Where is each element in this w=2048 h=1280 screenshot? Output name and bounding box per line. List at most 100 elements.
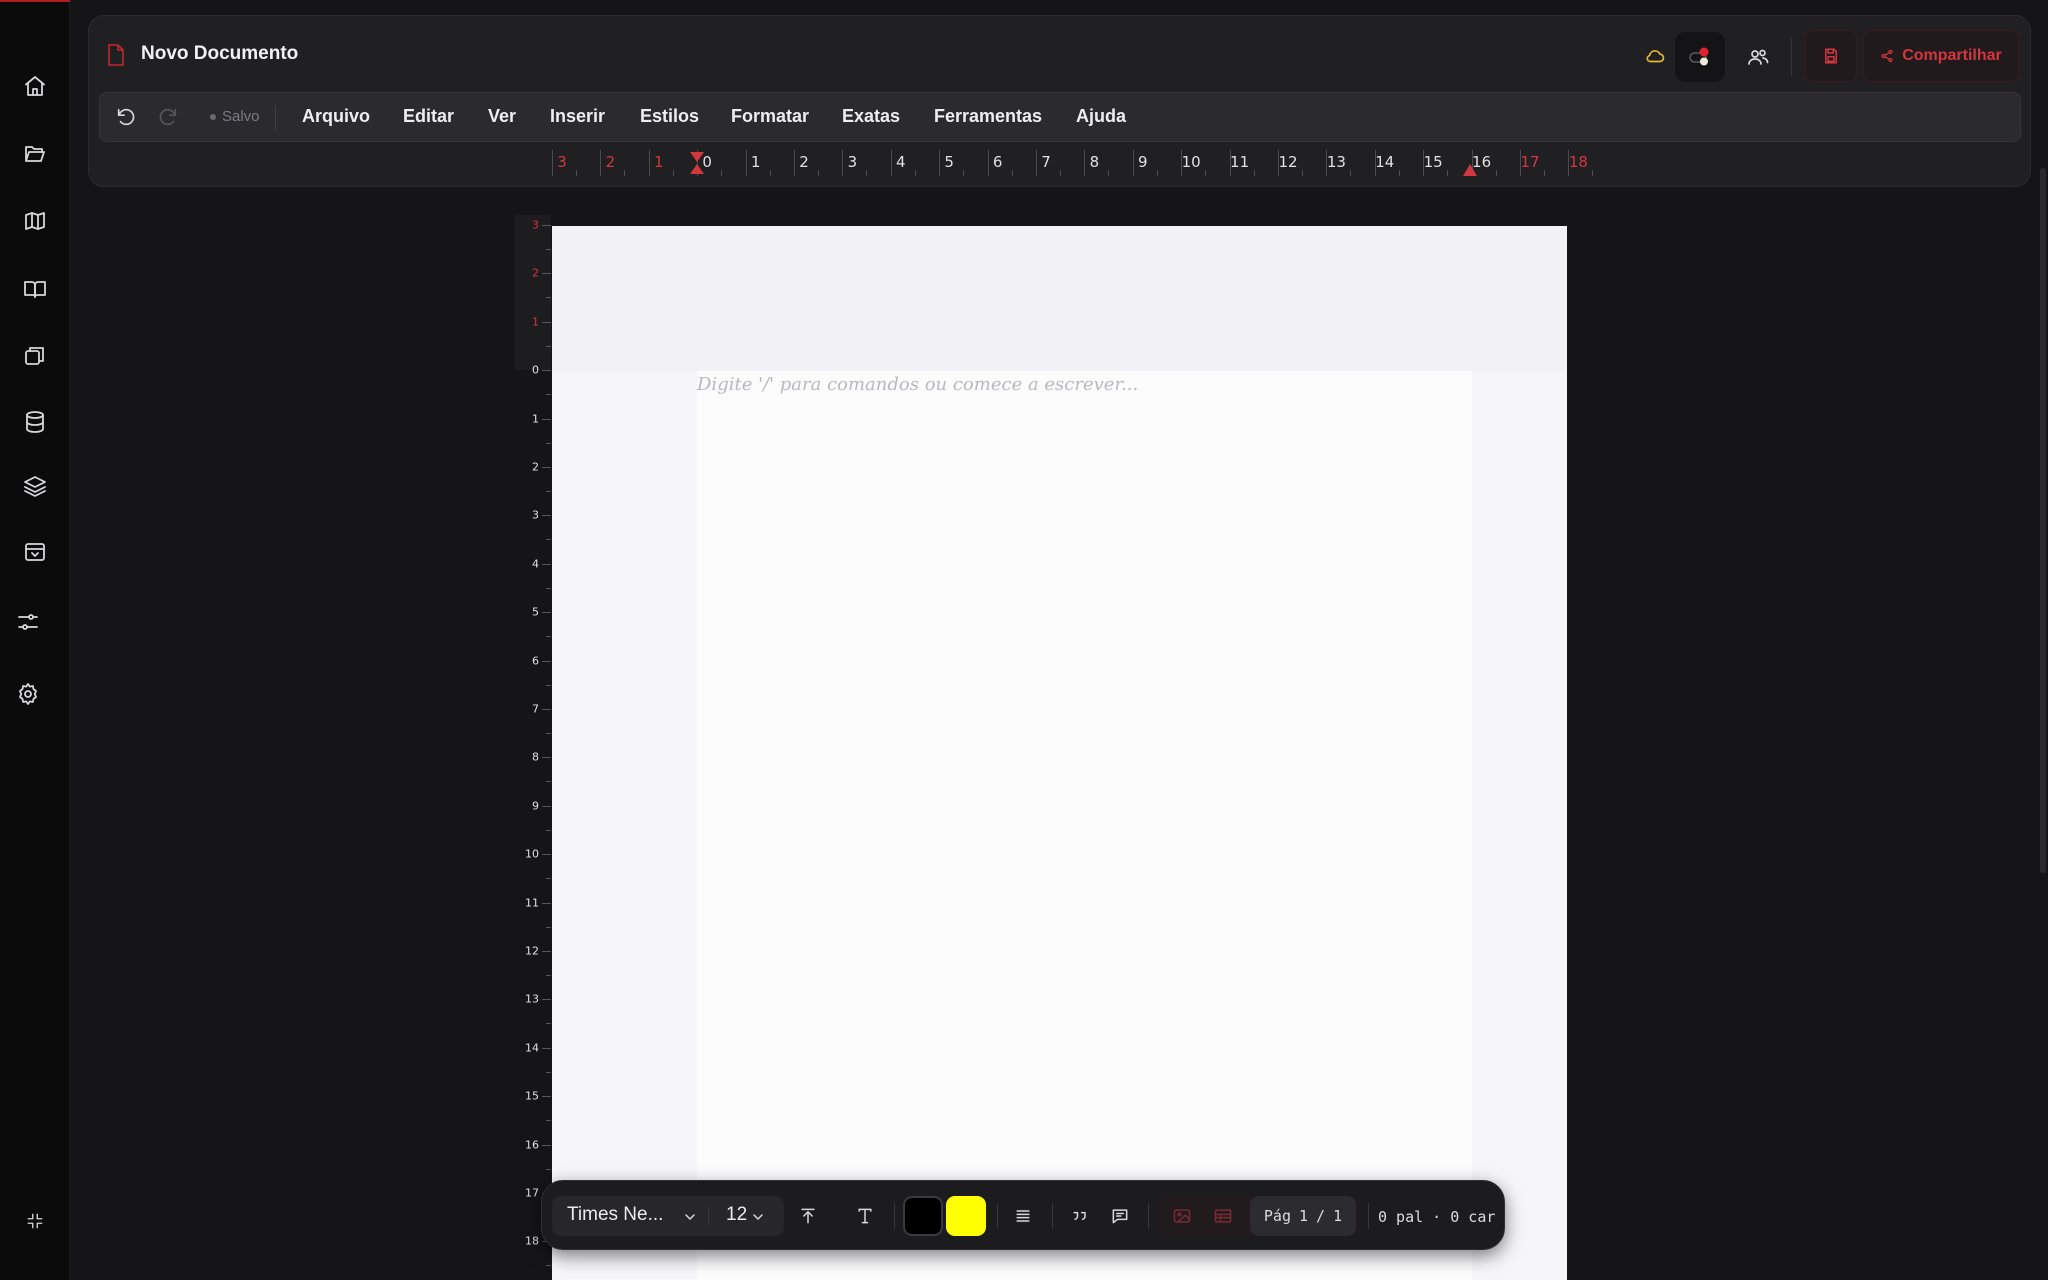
rail-library[interactable] <box>15 269 55 309</box>
menu-inserir[interactable]: Inserir <box>550 106 605 127</box>
rail-windows[interactable] <box>15 336 55 376</box>
ruler-tick <box>542 563 551 565</box>
undo-icon <box>117 108 135 126</box>
document-icon <box>108 44 124 66</box>
redo-button[interactable] <box>156 105 180 129</box>
book-open-icon <box>24 281 46 298</box>
menu-exatas[interactable]: Exatas <box>842 106 900 127</box>
share-button[interactable]: Compartilhar <box>1863 30 2019 82</box>
ruler-minor-tick <box>546 975 551 976</box>
toolbar-separator <box>1052 1203 1053 1229</box>
save-icon <box>1825 48 1837 64</box>
rail-home[interactable] <box>15 66 55 106</box>
left-rail <box>0 0 70 1280</box>
ruler-minor-tick <box>546 636 551 638</box>
ruler-minor-tick <box>1060 170 1061 176</box>
ruler-tick <box>842 150 844 176</box>
copy-icon <box>25 347 44 365</box>
rail-accent-bar <box>0 0 70 2</box>
horizontal-ruler[interactable]: 3 2 1 0 1 2 3 4 5 6 7 8 9 10 11 12 13 14 15 16 17 18 <box>550 148 1600 178</box>
ruler-minor-tick <box>546 781 551 783</box>
ruler-minor-tick <box>546 539 551 541</box>
toolbar-separator <box>1368 1203 1369 1229</box>
quote-button[interactable] <box>1065 1201 1095 1231</box>
vertical-ruler[interactable]: 3 2 1 0 1 2 3 4 5 6 7 8 9 10 11 12 13 14 15 16 17 18 <box>515 215 551 1280</box>
menu-ferramentas[interactable]: Ferramentas <box>934 106 1042 127</box>
ruler-tick <box>1132 150 1134 176</box>
undo-button[interactable] <box>114 105 138 129</box>
left-indent-marker[interactable] <box>690 164 704 174</box>
font-separator <box>708 1207 709 1225</box>
page-body[interactable] <box>697 371 1472 1280</box>
ruler-minor-tick <box>576 170 577 176</box>
page-indicator[interactable]: Pág 1 / 1 <box>1250 1196 1356 1236</box>
ruler-number: 14 <box>525 1041 539 1055</box>
comment-button[interactable] <box>1105 1201 1135 1231</box>
rail-adjustments[interactable] <box>8 602 48 642</box>
text-style-button[interactable] <box>850 1201 880 1231</box>
font-size-select[interactable]: 12 <box>726 1204 747 1226</box>
superscript-button[interactable] <box>793 1201 823 1231</box>
collaborators-button[interactable] <box>1741 40 1775 74</box>
ruler-minor-tick <box>1156 170 1158 176</box>
menu-editar[interactable]: Editar <box>403 106 454 127</box>
ruler-minor-tick <box>1108 170 1110 176</box>
ruler-minor-tick <box>1447 170 1449 176</box>
rail-settings[interactable] <box>8 674 48 714</box>
document-title[interactable]: Novo Documento <box>141 43 298 65</box>
ruler-number: 1 <box>532 412 539 426</box>
first-line-indent-marker[interactable] <box>690 152 704 162</box>
ruler-tick <box>542 709 551 710</box>
insert-table-button[interactable] <box>1208 1201 1238 1231</box>
toolbar-separator <box>894 1203 895 1229</box>
rail-archive[interactable] <box>15 532 55 572</box>
ruler-minor-tick <box>769 170 771 176</box>
image-icon <box>1173 1209 1191 1223</box>
menu-ajuda[interactable]: Ajuda <box>1076 106 1126 127</box>
page-scrollbar[interactable] <box>2040 168 2046 873</box>
rail-collapse[interactable] <box>15 1201 55 1241</box>
ruler-minor-tick <box>721 170 723 176</box>
cloud-sync-button[interactable] <box>1641 42 1669 70</box>
ruler-minor-tick <box>546 829 551 831</box>
highlight-color-swatch[interactable] <box>946 1196 986 1236</box>
ruler-minor-tick <box>546 1023 551 1025</box>
text-color-swatch[interactable] <box>903 1196 943 1236</box>
rail-database[interactable] <box>15 402 55 442</box>
ruler-tick <box>542 854 551 856</box>
menu-arquivo[interactable]: Arquivo <box>302 106 370 127</box>
toolbar-separator <box>1148 1203 1149 1229</box>
ruler-tick <box>794 150 795 176</box>
rail-layers[interactable] <box>15 466 55 506</box>
insert-image-button[interactable] <box>1167 1201 1197 1231</box>
ruler-number: 11 <box>525 896 539 910</box>
ruler-tick <box>542 418 551 420</box>
ruler-minor-tick <box>1302 170 1303 176</box>
menu-ver[interactable]: Ver <box>488 106 516 127</box>
ruler-number: 1 <box>532 315 539 329</box>
rail-files[interactable] <box>15 134 55 174</box>
ruler-tick <box>542 1047 551 1049</box>
folder-open-icon <box>25 146 45 162</box>
save-button[interactable] <box>1805 30 1857 82</box>
ruler-minor-tick <box>546 1120 551 1122</box>
database-icon <box>26 411 44 433</box>
ruler-number: 3 <box>557 153 567 171</box>
document-page[interactable]: Digite '/' para comandos ou comece a esc… <box>552 226 1567 1280</box>
rail-map[interactable] <box>15 201 55 241</box>
ruler-number: 3 <box>847 153 858 171</box>
align-button[interactable] <box>1008 1201 1038 1231</box>
ruler-minor-tick <box>546 1265 551 1267</box>
save-status-label: Salvo <box>222 108 260 125</box>
ruler-tick <box>542 273 551 275</box>
menu-formatar[interactable]: Formatar <box>731 106 809 127</box>
right-indent-marker[interactable] <box>1463 164 1477 176</box>
save-status-dot <box>210 113 216 120</box>
presence-button[interactable] <box>1675 32 1725 82</box>
editor-placeholder[interactable]: Digite '/' para comandos ou comece a esc… <box>697 374 1138 395</box>
ruler-minor-tick <box>624 170 626 176</box>
menu-estilos[interactable]: Estilos <box>640 106 699 127</box>
font-family-select[interactable]: Times Ne... <box>567 1204 679 1226</box>
ruler-minor-tick <box>1253 170 1255 176</box>
word-char-count: 0 pal · 0 car <box>1378 1208 1496 1226</box>
